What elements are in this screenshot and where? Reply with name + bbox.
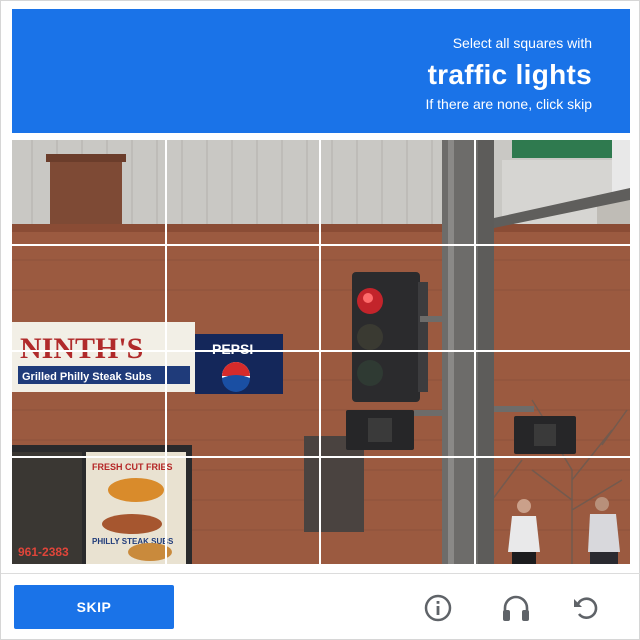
info-icon: [424, 594, 452, 622]
challenge-subtitle: Select all squares with: [452, 35, 592, 51]
grid-tile-2-1[interactable]: [12, 246, 167, 352]
reload-icon: [574, 597, 598, 619]
audio-challenge-button[interactable]: [497, 589, 535, 627]
challenge-header: Select all squares with traffic lights I…: [12, 9, 630, 133]
grid-tile-3-4[interactable]: [475, 352, 630, 458]
skip-button[interactable]: SKIP: [14, 585, 174, 629]
grid-tile-1-1[interactable]: [12, 140, 167, 246]
grid-tile-1-4[interactable]: [475, 140, 630, 246]
captcha-dialog: Select all squares with traffic lights I…: [0, 0, 640, 640]
grid-tile-2-2[interactable]: [166, 246, 321, 352]
reload-button[interactable]: [567, 589, 605, 627]
grid-tile-2-4[interactable]: [475, 246, 630, 352]
grid-tile-1-2[interactable]: [166, 140, 321, 246]
grid-tile-4-2[interactable]: [167, 458, 321, 564]
image-grid: NINTH'S Grilled Philly Steak Subs PEPSI …: [12, 140, 630, 564]
grid-tile-2-3[interactable]: [321, 246, 476, 352]
grid-tile-3-2[interactable]: [166, 352, 321, 458]
grid-tile-4-1[interactable]: [12, 458, 167, 564]
challenge-instruction: If there are none, click skip: [425, 96, 592, 112]
tile-overlay: [12, 140, 630, 564]
footer-divider: [1, 573, 640, 574]
info-button[interactable]: [419, 589, 457, 627]
grid-tile-1-3[interactable]: [321, 140, 476, 246]
grid-tile-3-3[interactable]: [321, 352, 476, 458]
challenge-target: traffic lights: [427, 59, 592, 90]
grid-tile-3-1[interactable]: [12, 352, 167, 458]
grid-tile-4-4[interactable]: [476, 458, 631, 564]
headphones-icon: [503, 595, 529, 621]
grid-tile-4-3[interactable]: [321, 458, 476, 564]
